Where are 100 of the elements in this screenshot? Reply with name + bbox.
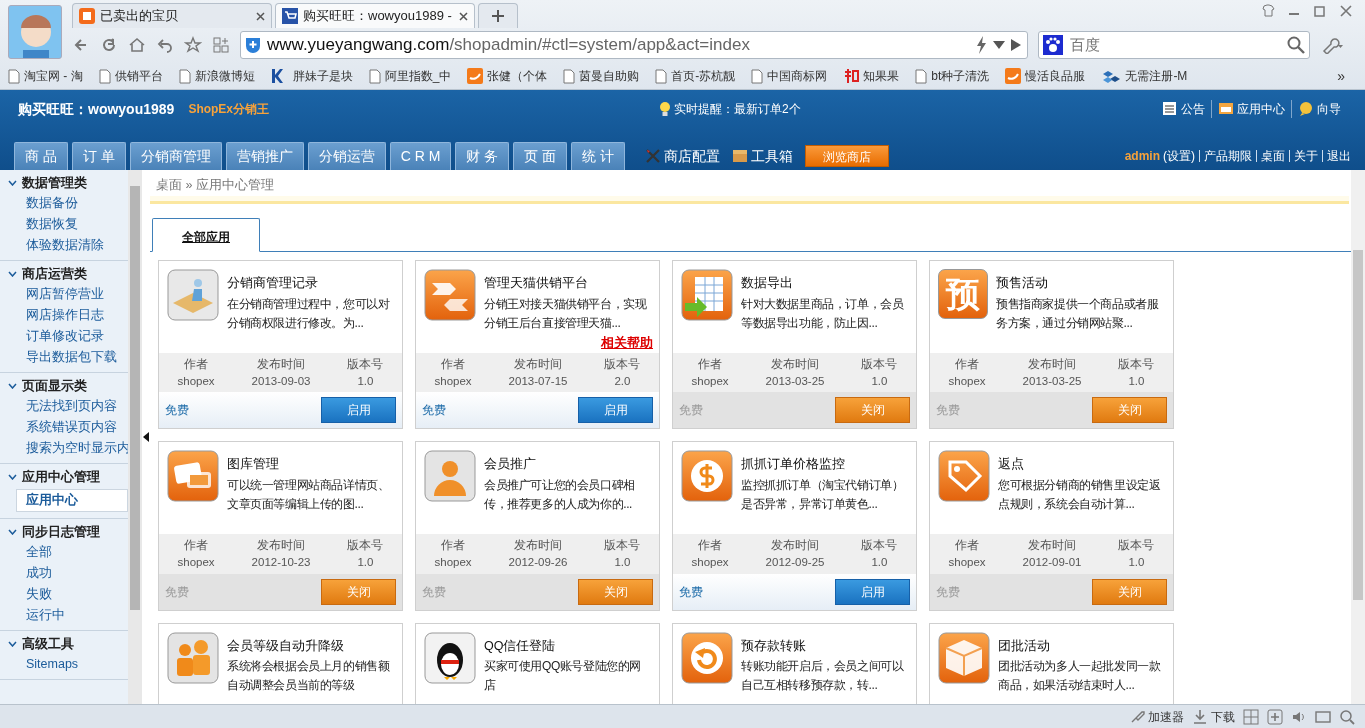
sidebar-item[interactable]: 网店暂停营业 — [0, 284, 128, 305]
bookmark-link[interactable]: 首页-苏杭靓 — [655, 67, 736, 85]
meta-label: 作者 — [183, 537, 210, 555]
page-icon — [368, 68, 381, 84]
nav-tab[interactable]: 分销运营 — [307, 142, 386, 170]
username-link[interactable]: admin — [1124, 147, 1160, 165]
bookmark-link[interactable]: 茵曼自助购 — [563, 67, 640, 85]
header-link[interactable]: 退出 — [1327, 147, 1351, 165]
sidebar-group-title[interactable]: 商店运营类 — [0, 261, 128, 284]
header-link[interactable]: 桌面 — [1261, 147, 1285, 165]
bookmark-link[interactable]: 慢活良品服 — [1005, 67, 1086, 85]
enable-button[interactable]: 启用 — [835, 578, 910, 605]
zoom-icon[interactable] — [1339, 708, 1355, 725]
scrollbar[interactable] — [1351, 170, 1365, 704]
meta-label: 版本号 — [347, 537, 384, 555]
bookmark-link[interactable]: 无需注册-M — [1101, 67, 1188, 85]
sidebar-item[interactable]: 无法找到页内容 — [0, 396, 128, 417]
restore-icon[interactable] — [1313, 4, 1327, 18]
header-link[interactable]: 公告 — [1156, 100, 1211, 118]
sidebar-item[interactable]: 全部 — [0, 542, 128, 563]
bookmark-link[interactable]: 淘宝网 - 淘 — [8, 67, 83, 85]
bookmark-link[interactable]: bt种子清洗 — [915, 67, 990, 85]
nav-tab[interactable]: 页 面 — [513, 142, 568, 170]
close-icon[interactable] — [1339, 4, 1353, 18]
shirt-icon[interactable] — [1261, 4, 1275, 18]
app-description: 您可根据分销商的销售里设定返点规则，系统会自动计算... — [998, 477, 1162, 513]
sidebar-item[interactable]: 数据恢复 — [0, 214, 128, 235]
photos-icon — [167, 450, 219, 503]
bookmark-link[interactable]: 张健（个体 — [467, 67, 548, 85]
desk-figure-icon — [167, 269, 219, 321]
enable-button[interactable]: 启用 — [578, 397, 653, 424]
bookmark-link[interactable]: 知果果 — [843, 67, 900, 85]
sidebar-item[interactable]: 网店操作日志 — [0, 305, 128, 326]
plus-box-icon[interactable] — [1267, 708, 1283, 725]
nav-tab[interactable]: 商 品 — [14, 142, 68, 170]
go-icon[interactable] — [1011, 39, 1021, 51]
enable-button[interactable]: 启用 — [321, 397, 396, 424]
bookmark-link[interactable]: 供销平台 — [98, 67, 163, 85]
product-name: ShopEx分销王 — [188, 101, 270, 118]
home-icon[interactable] — [128, 36, 146, 54]
sidebar-item[interactable]: Sitemaps — [0, 654, 128, 675]
refresh-icon[interactable] — [100, 36, 118, 54]
sidebar-item[interactable]: 订单修改记录 — [0, 326, 128, 347]
sidebar-group-title[interactable]: 应用中心管理 — [0, 464, 128, 487]
sidebar-item[interactable]: 导出数据包下载 — [0, 347, 128, 368]
header-link[interactable]: 关于 — [1294, 147, 1318, 165]
sidebar-group-title[interactable]: 页面显示类 — [0, 373, 128, 396]
more-bookmarks-button[interactable]: » — [1337, 65, 1345, 87]
apps-icon[interactable] — [212, 36, 230, 54]
star-icon[interactable] — [184, 36, 202, 54]
help-link[interactable]: 相关帮助 — [601, 334, 653, 353]
browser-tab[interactable]: 购买旺旺：wowyou1989 - — [275, 3, 475, 28]
sidebar-item[interactable]: 成功 — [0, 563, 128, 584]
sidebar-item[interactable]: 应用中心 — [16, 489, 128, 512]
sidebar-item[interactable]: 搜索为空时显示内 — [0, 438, 128, 459]
notice-board-icon — [1162, 101, 1178, 117]
nav-tab[interactable]: 营销推广 — [225, 142, 304, 170]
header-link[interactable]: 产品期限 — [1204, 147, 1252, 165]
window-icon[interactable] — [1315, 708, 1331, 725]
sidebar-group-title[interactable]: 数据管理类 — [0, 170, 128, 193]
sidebar-group-title[interactable]: 高级工具 — [0, 631, 128, 654]
price-label: 免费 — [679, 402, 703, 420]
toolbar-link[interactable]: 商店配置 — [645, 145, 721, 167]
bookmark-link[interactable]: 阿里指数_中 — [368, 67, 452, 85]
sidebar-item[interactable]: 失败 — [0, 584, 128, 605]
sidebar-item[interactable]: 体验数据清除 — [0, 235, 128, 256]
bookmark-link[interactable]: 新浪微博短 — [178, 67, 255, 85]
search-field[interactable]: 百度 — [1038, 31, 1310, 59]
wrench-icon[interactable] — [1320, 36, 1344, 54]
sidebar-item[interactable]: 数据备份 — [0, 193, 128, 214]
toolbar-link[interactable]: 工具箱 — [732, 145, 794, 167]
address-field[interactable]: www.yueyangwang.com/shopadmin/#ctl=system/app&act=index — [240, 31, 1028, 59]
header-link[interactable]: 应用中心 — [1211, 100, 1291, 118]
undo-icon[interactable] — [156, 36, 174, 54]
sidebar-item[interactable]: 系统错误页内容 — [0, 417, 128, 438]
nav-tab[interactable]: C R M — [389, 142, 452, 170]
status-link[interactable]: 加速器 — [1129, 707, 1184, 726]
status-link[interactable]: 下载 — [1192, 707, 1235, 726]
sidebar-item[interactable]: 运行中 — [0, 605, 128, 626]
meta-value: shopex — [948, 374, 986, 389]
close-icon[interactable] — [256, 11, 265, 21]
page-icon — [751, 68, 764, 84]
collapse-arrow-icon[interactable] — [143, 432, 149, 442]
avatar[interactable] — [8, 5, 62, 59]
settings-link[interactable]: (设置) — [1163, 147, 1195, 165]
scrollbar[interactable] — [128, 170, 142, 704]
meta-label: 发布时间 — [1027, 356, 1077, 373]
new-tab-button[interactable] — [478, 3, 518, 28]
content-tab[interactable]: 全部应用 — [152, 218, 260, 252]
close-icon[interactable] — [459, 11, 468, 21]
dropdown-icon[interactable] — [993, 41, 1005, 49]
browser-tab[interactable]: 已卖出的宝贝 — [72, 3, 272, 28]
price-label: 免费 — [422, 402, 446, 420]
bookmark-link[interactable]: 胖妹子是块 — [270, 67, 353, 85]
meta-label: 作者 — [440, 537, 467, 555]
header-link[interactable]: 向导 — [1291, 100, 1347, 118]
nav-tab[interactable]: 财 务 — [455, 142, 510, 170]
bookmark-link[interactable]: 中国商标网 — [751, 67, 828, 85]
grid-icon[interactable] — [1243, 708, 1259, 725]
sidebar-group-title[interactable]: 同步日志管理 — [0, 519, 128, 542]
